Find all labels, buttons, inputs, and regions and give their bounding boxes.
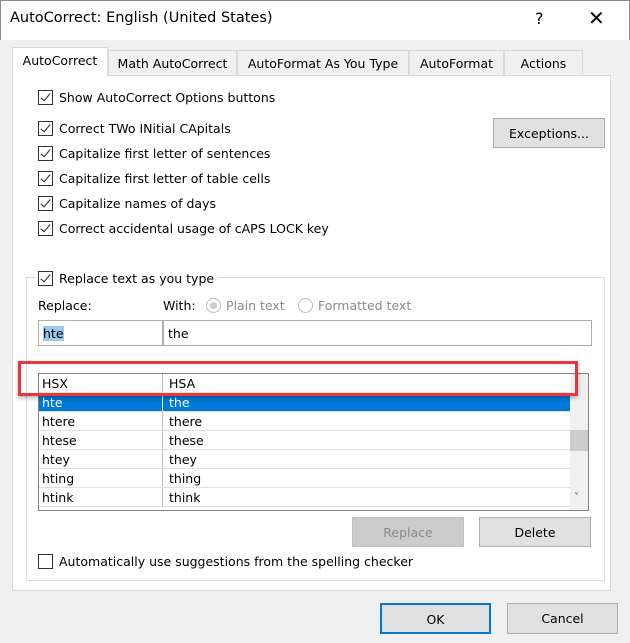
entry-to: these — [169, 433, 204, 448]
scroll-down-icon[interactable]: ˅ — [574, 492, 579, 503]
plain-text-radio[interactable]: Plain text — [206, 298, 285, 313]
checkbox-label: Show AutoCorrect Options buttons — [59, 90, 276, 105]
ok-button[interactable]: OK — [380, 603, 491, 634]
list-item[interactable]: hting thing — [39, 469, 571, 488]
two-initial-caps-checkbox[interactable]: Correct TWo INitial CApitals — [38, 121, 231, 136]
caps-lock-checkbox[interactable]: Correct accidental usage of cAPS LOCK ke… — [38, 221, 329, 236]
tab-actions[interactable]: Actions — [504, 50, 583, 75]
capitalize-table-cells-checkbox[interactable]: Capitalize first letter of table cells — [38, 171, 270, 186]
radio-label: Plain text — [226, 298, 285, 313]
spelling-suggestions-checkbox[interactable]: Automatically use suggestions from the s… — [38, 554, 413, 569]
show-options-checkbox[interactable]: Show AutoCorrect Options buttons — [38, 90, 275, 105]
checkbox-label: Capitalize names of days — [59, 196, 216, 211]
tab-math-autocorrect[interactable]: Math AutoCorrect — [108, 50, 237, 75]
exceptions-button[interactable]: Exceptions... — [493, 118, 605, 148]
with-input[interactable]: the — [163, 320, 592, 346]
list-item[interactable]: htey they — [39, 450, 571, 469]
checkbox-icon — [38, 221, 53, 236]
radio-icon — [298, 298, 313, 313]
tab-autoformat-as-you-type[interactable]: AutoFormat As You Type — [237, 50, 409, 75]
delete-button[interactable]: Delete — [479, 517, 591, 547]
tab-autoformat[interactable]: AutoFormat — [409, 50, 504, 75]
scroll-thumb[interactable] — [570, 430, 588, 451]
tab-autocorrect[interactable]: AutoCorrect — [12, 47, 108, 76]
radio-label: Formatted text — [318, 298, 412, 313]
list-item[interactable]: htere there — [39, 412, 571, 431]
replace-label: Replace: — [38, 298, 92, 313]
entry-to: they — [169, 452, 197, 467]
replace-value: hte — [43, 326, 64, 341]
list-item[interactable]: htink think — [39, 488, 571, 507]
checkbox-label: Automatically use suggestions from the s… — [59, 554, 414, 569]
replace-input[interactable]: hte — [38, 320, 163, 346]
entry-from: hting — [39, 469, 163, 487]
close-icon[interactable]: ✕ — [588, 6, 605, 30]
checkbox-icon — [38, 554, 53, 569]
capitalize-sentences-checkbox[interactable]: Capitalize first letter of sentences — [38, 146, 270, 161]
entry-from: htere — [39, 412, 163, 430]
checkbox-label: Correct TWo INitial CApitals — [59, 121, 231, 136]
cancel-button[interactable]: Cancel — [507, 603, 618, 634]
window-title: AutoCorrect: English (United States) — [10, 10, 273, 26]
checkbox-icon — [38, 146, 53, 161]
entry-from: htey — [39, 450, 163, 468]
radio-icon — [206, 298, 221, 313]
formatted-text-radio[interactable]: Formatted text — [298, 298, 411, 313]
checkbox-icon — [38, 90, 53, 105]
highlight-annotation — [18, 361, 578, 396]
capitalize-days-checkbox[interactable]: Capitalize names of days — [38, 196, 216, 211]
checkbox-label: Correct accidental usage of cAPS LOCK ke… — [59, 221, 329, 236]
entry-from: htese — [39, 431, 163, 449]
with-label: With: — [163, 298, 196, 313]
entry-to: there — [169, 414, 203, 429]
replace-as-you-type-checkbox[interactable]: Replace text as you type — [36, 271, 219, 286]
checkbox-label: Capitalize first letter of table cells — [59, 171, 271, 186]
checkbox-label: Replace text as you type — [59, 271, 215, 286]
entry-to: think — [169, 490, 201, 505]
entry-from: htink — [39, 488, 163, 506]
checkbox-label: Capitalize first letter of sentences — [59, 146, 271, 161]
checkbox-icon — [38, 121, 53, 136]
checkbox-icon — [38, 171, 53, 186]
checkbox-icon — [38, 271, 53, 286]
checkbox-icon — [38, 196, 53, 211]
replace-button[interactable]: Replace — [352, 517, 464, 547]
entry-to: thing — [169, 471, 202, 486]
list-item[interactable]: htese these — [39, 431, 571, 450]
help-icon[interactable]: ? — [535, 9, 544, 28]
